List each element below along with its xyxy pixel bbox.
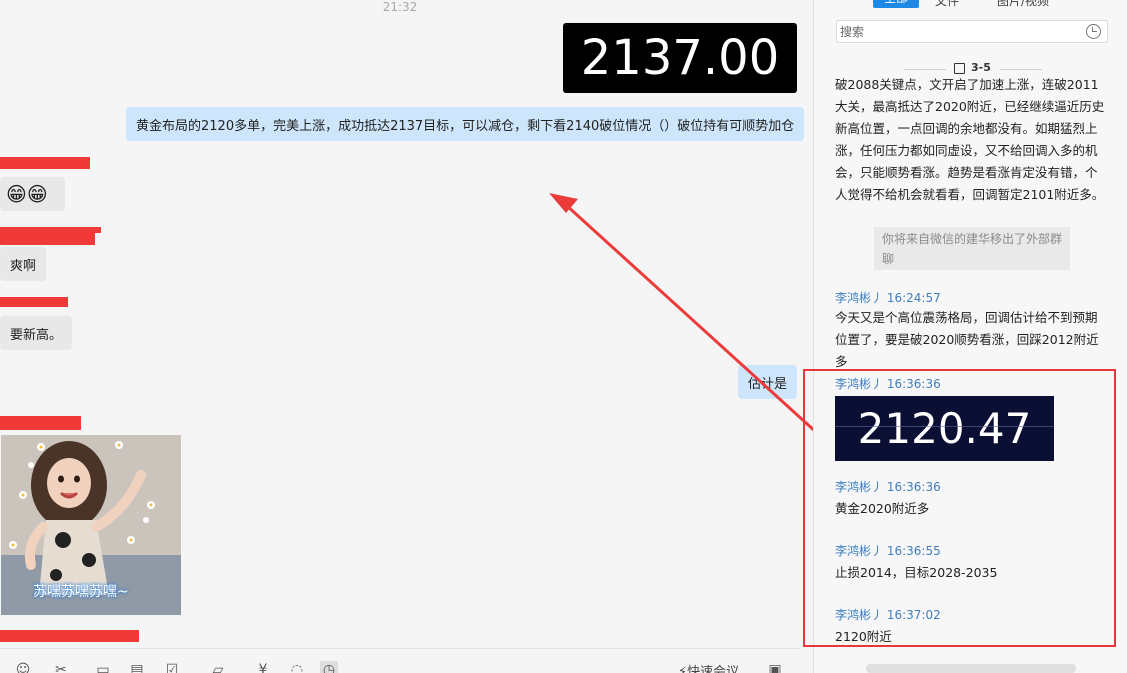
clock-icon[interactable] — [1086, 24, 1101, 39]
price-screenshot-image[interactable]: 2137.00 — [563, 23, 797, 93]
window-icon[interactable]: ▣ — [766, 661, 784, 673]
redaction-bar — [0, 297, 68, 307]
chat-message-area[interactable]: 21:32 2137.00 黄金布局的2120多单，完美上涨，成功抵达2137目… — [0, 0, 813, 673]
redaction-bar — [0, 233, 95, 245]
history-icon[interactable]: ◷ — [320, 661, 338, 673]
history-message-text: 破2088关键点，文开启了加速上涨，连破2011大关，最高抵达了2020附近，已… — [835, 77, 1105, 202]
calendar-icon[interactable] — [954, 63, 965, 74]
quick-meeting-button[interactable]: ⚡快速会议 — [678, 661, 739, 673]
tab-file[interactable]: 文件 — [935, 0, 959, 9]
other-message-bubble[interactable]: 爽啊 — [0, 247, 47, 281]
input-toolbar: ☺ ✂ ▭ ▤ ☑ ▱ ¥ ◌ ◷ ⚡快速会议 ▣ — [0, 648, 800, 673]
message-time: 16:24:57 — [886, 291, 941, 305]
other-message-bubble[interactable]: 要新高。 — [0, 316, 73, 350]
redaction-bar — [0, 416, 81, 430]
chat-window: 21:32 2137.00 黄金布局的2120多单，完美上涨，成功抵达2137目… — [0, 0, 1127, 673]
redaction-bar — [0, 157, 90, 169]
history-tabs: 全部 文件 图片/视频 — [814, 0, 1127, 8]
annotation-highlight-box — [803, 369, 1116, 647]
other-message-bubble[interactable]: 😁😁 — [0, 177, 65, 211]
checkbox-icon[interactable]: ☑ — [163, 661, 181, 673]
chat-icon[interactable]: ◌ — [288, 661, 306, 673]
scissors-icon[interactable]: ✂ — [52, 661, 70, 673]
self-message-bubble[interactable]: 估计是 — [738, 365, 798, 399]
redaction-bar — [0, 630, 139, 642]
tab-image-video[interactable]: 图片/视频 — [997, 0, 1049, 9]
yen-icon[interactable]: ¥ — [254, 661, 272, 673]
date-label: 3-5 — [971, 61, 991, 74]
message-sender: 李鸿彬丿 16:24:57 — [835, 289, 941, 306]
message-timestamp: 21:32 — [382, 0, 418, 14]
search-input[interactable] — [837, 21, 1077, 42]
self-message-bubble[interactable]: 黄金布局的2120多单，完美上涨，成功抵达2137目标，可以减仓，剩下看2140… — [126, 107, 805, 141]
system-notice: 你将来自微信的建华移出了外部群聊 — [874, 227, 1070, 270]
sticker-image[interactable]: 苏嘿苏嘿苏嘿~ — [1, 435, 181, 615]
sender-name: 李鸿彬丿 — [835, 291, 884, 305]
tab-all[interactable]: 全部 — [873, 0, 919, 8]
history-search — [836, 20, 1108, 43]
emoji-icon[interactable]: ☺ — [14, 661, 32, 673]
history-message-text: 今天又是个高位震荡格局，回调估计给不到预期位置了，要是破2020顺势看涨，回踩2… — [835, 310, 1099, 369]
horizontal-scrollbar[interactable] — [866, 664, 1076, 673]
image-icon[interactable]: ▭ — [94, 661, 112, 673]
divider-line — [1000, 69, 1042, 70]
document-icon[interactable]: ▤ — [128, 661, 146, 673]
sticker-caption: 苏嘿苏嘿苏嘿~ — [33, 584, 129, 600]
divider-line — [904, 69, 946, 70]
folder-icon[interactable]: ▱ — [209, 661, 227, 673]
quick-meeting-label: 快速会议 — [687, 665, 740, 673]
